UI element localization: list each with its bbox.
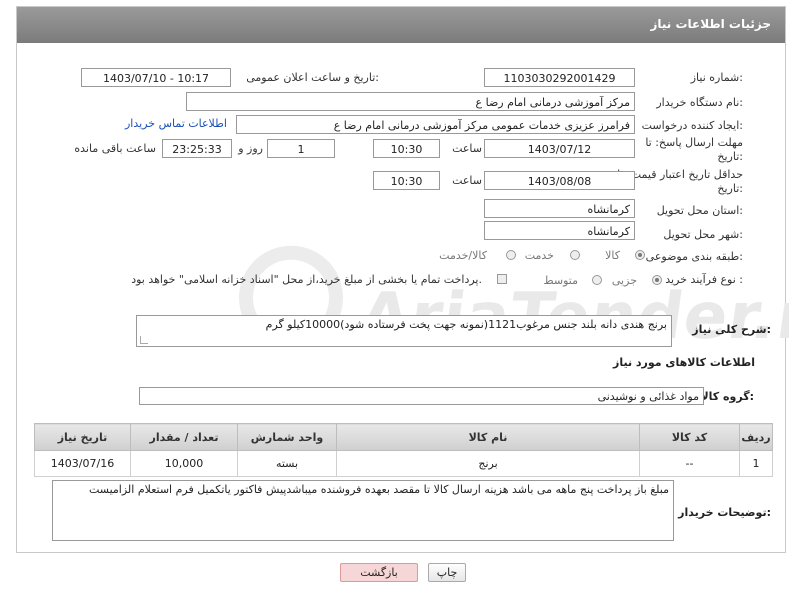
goods-section-title: اطلاعات کالاهای مورد نیاز <box>613 356 755 369</box>
validity-label-date: تاریخ: <box>717 182 743 195</box>
print-button[interactable]: چاپ <box>428 563 466 582</box>
buyer-contact-link[interactable]: اطلاعات تماس خریدار <box>125 117 227 130</box>
deadline-date-field: 1403/07/12 <box>484 139 635 158</box>
deadline-time-field: 10:30 <box>373 139 440 158</box>
cell-row: 1 <box>739 450 773 477</box>
cell-code: -- <box>639 450 740 477</box>
goods-table: ردیف کد کالا نام کالا واحد شمارش تعداد /… <box>34 423 773 477</box>
goods-group-label: گروه کالا: <box>700 390 754 403</box>
purchase-option-minor: جزیی <box>611 274 637 287</box>
resize-grip-icon[interactable] <box>140 336 148 344</box>
panel-title: جزئیات اطلاعات نیاز <box>650 17 771 31</box>
announce-date-label: تاریخ و ساعت اعلان عمومی: <box>246 71 379 84</box>
summary-label: شرح کلی نیاز: <box>692 323 771 336</box>
table-row[interactable]: 1 -- برنج بسته 10,000 1403/07/16 <box>34 450 773 477</box>
city-field: کرمانشاه <box>484 221 635 240</box>
category-radio-service[interactable] <box>570 250 580 260</box>
cell-qty: 10,000 <box>130 450 238 477</box>
buyer-notes-textarea[interactable]: مبلغ باز پرداخت پنج ماهه می باشد هزینه ا… <box>52 480 674 541</box>
col-row-header: ردیف <box>739 423 773 451</box>
days-label: روز و <box>238 142 263 155</box>
table-header-row: ردیف کد کالا نام کالا واحد شمارش تعداد /… <box>34 423 773 451</box>
cell-name: برنج <box>336 450 640 477</box>
treasury-note: پرداخت تمام یا بخشی از مبلغ خرید،از محل … <box>131 273 482 286</box>
need-number-field: 1103030292001429 <box>484 68 635 87</box>
time-remaining-label: ساعت باقی مانده <box>74 142 156 155</box>
requester-field: فرامرز عزیزی خدمات عمومی مرکز آموزشی درم… <box>236 115 635 134</box>
summary-text: برنج هندی دانه بلند جنس مرغوب1121(نمونه … <box>265 318 667 331</box>
col-qty-header: تعداد / مقدار <box>130 423 238 451</box>
category-radio-goods-service[interactable] <box>506 250 516 260</box>
buyer-org-field: مرکز آموزشی درمانی امام رضا ع <box>186 92 635 111</box>
requester-label: ایجاد کننده درخواست: <box>641 119 743 132</box>
cell-date: 1403/07/16 <box>34 450 131 477</box>
announce-date-field: 1403/07/10 - 10:17 <box>81 68 231 87</box>
deadline-time-label: ساعت <box>452 142 482 155</box>
cell-unit: بسته <box>237 450 337 477</box>
purchase-option-medium: متوسط <box>543 274 578 287</box>
purchase-type-label: نوع فرآیند خرید : <box>665 273 743 286</box>
deadline-label-date: تاریخ: <box>717 150 743 163</box>
need-number-label: شماره نیاز: <box>690 71 743 84</box>
province-field: کرمانشاه <box>484 199 635 218</box>
city-label: شهر محل تحویل: <box>663 228 743 241</box>
back-button[interactable]: بازگشت <box>340 563 418 582</box>
purchase-radio-minor[interactable] <box>652 275 662 285</box>
validity-date-field: 1403/08/08 <box>484 171 635 190</box>
treasury-checkbox[interactable] <box>497 274 507 284</box>
goods-group-field: مواد غذائی و نوشیدنی <box>139 387 704 405</box>
validity-time-label: ساعت <box>452 174 482 187</box>
category-radio-goods[interactable] <box>635 250 645 260</box>
days-remaining-field: 1 <box>267 139 335 158</box>
validity-label: حداقل تاریخ اعتبار قیمت: تا <box>617 168 743 181</box>
category-option-service: خدمت <box>524 249 554 262</box>
buyer-org-label: نام دستگاه خریدار: <box>656 96 743 109</box>
col-code-header: کد کالا <box>639 423 740 451</box>
time-remaining-field: 23:25:33 <box>162 139 232 158</box>
col-date-header: تاریخ نیاز <box>34 423 131 451</box>
province-label: استان محل تحویل: <box>656 204 743 217</box>
category-label: طبقه بندی موضوعی: <box>645 250 743 263</box>
summary-textarea[interactable]: برنج هندی دانه بلند جنس مرغوب1121(نمونه … <box>136 315 672 347</box>
col-name-header: نام کالا <box>336 423 640 451</box>
category-option-goods: کالا <box>605 249 620 262</box>
buyer-notes-text: مبلغ باز پرداخت پنج ماهه می باشد هزینه ا… <box>88 483 669 496</box>
deadline-label: مهلت ارسال پاسخ: تا <box>645 136 743 149</box>
buyer-notes-label: توضیحات خریدار: <box>678 506 771 519</box>
validity-time-field: 10:30 <box>373 171 440 190</box>
category-option-goods-service: کالا/خدمت <box>439 249 487 262</box>
col-unit-header: واحد شمارش <box>237 423 337 451</box>
panel-header: جزئیات اطلاعات نیاز <box>17 7 785 43</box>
purchase-radio-medium[interactable] <box>592 275 602 285</box>
